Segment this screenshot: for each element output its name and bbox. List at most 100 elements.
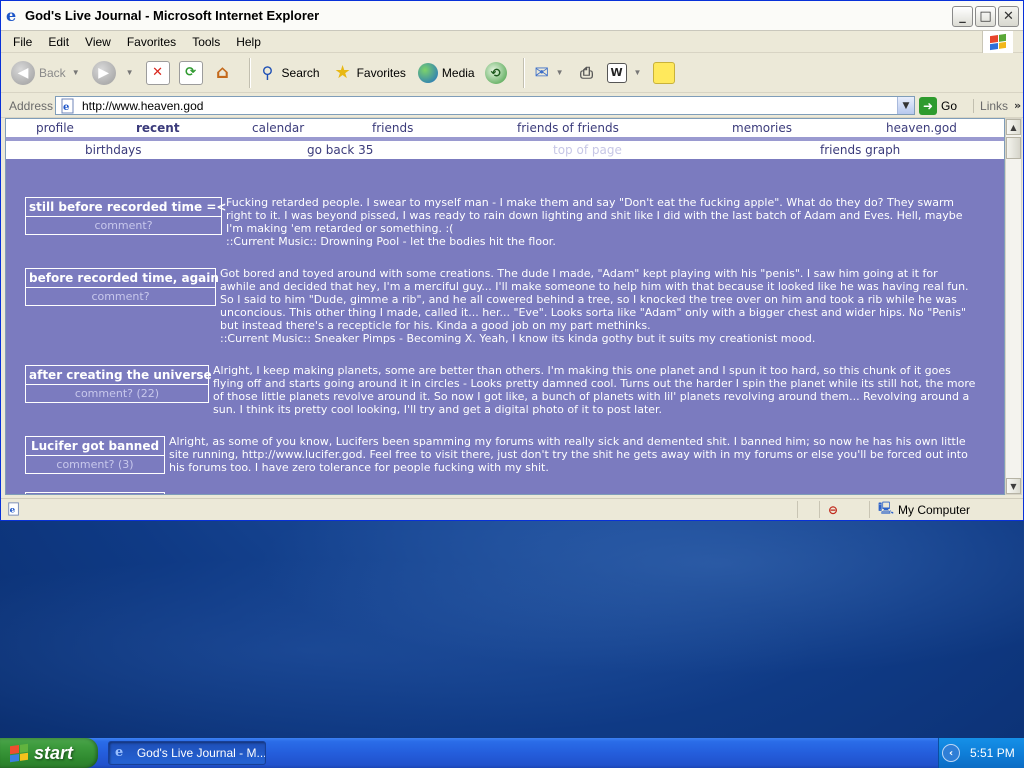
print-button[interactable]: ⎙: [576, 62, 601, 84]
nav-go-back-35[interactable]: go back 35: [307, 143, 373, 157]
maximize-button[interactable]: □: [975, 6, 996, 27]
media-label: Media: [441, 65, 475, 80]
nav-primary: profile recent calendar friends friends …: [6, 119, 1004, 141]
stop-button[interactable]: ✕: [145, 60, 173, 85]
address-url: http://www.heaven.god: [82, 98, 204, 113]
svg-text:e: e: [63, 102, 69, 113]
mail-button[interactable]: ✉ ▼: [531, 62, 570, 84]
entry-paragraph: Alright, I keep making planets, some are…: [213, 364, 976, 416]
page-content[interactable]: profile recent calendar friends friends …: [5, 118, 1005, 495]
page-status-icon: e: [8, 502, 19, 516]
svg-text:e: e: [10, 506, 16, 516]
system-tray: ‹ 5:51 PM: [938, 738, 1024, 768]
nav-profile[interactable]: profile: [36, 121, 74, 135]
mail-dropdown-icon[interactable]: ▼: [556, 68, 564, 77]
title-bar[interactable]: e God's Live Journal - Microsoft Interne…: [1, 1, 1023, 31]
links-toolbar[interactable]: Links: [973, 98, 1008, 113]
desktop-background: [0, 520, 1024, 738]
edit-button[interactable]: W ▼: [606, 62, 648, 83]
entry-title: after creating the universe: [26, 366, 212, 385]
entry-comment-link[interactable]: comment?: [26, 217, 221, 234]
address-dropdown-icon[interactable]: ▼: [897, 97, 914, 114]
notes-button[interactable]: [653, 61, 678, 84]
media-button[interactable]: Media: [417, 62, 475, 83]
standard-toolbar: ◀ Back ▼ ▶ ▼ ✕ ⟳ ⌂ ⚲ Search ★ Favorites …: [1, 53, 1023, 93]
entry-title: still before recorded time =<: [26, 198, 226, 217]
page-icon: e: [61, 98, 74, 113]
start-button[interactable]: start: [0, 738, 98, 768]
printer-icon: ⎙: [580, 62, 593, 82]
menu-file[interactable]: File: [1, 35, 40, 49]
entry-comment-link[interactable]: comment? (3): [26, 456, 164, 473]
menu-tools[interactable]: Tools: [184, 35, 228, 49]
search-button[interactable]: ⚲ Search: [257, 62, 320, 84]
entry-header-partial: [25, 492, 165, 494]
nav-calendar[interactable]: calendar: [252, 121, 304, 135]
scroll-down-icon[interactable]: ▼: [1006, 478, 1021, 494]
nav-birthdays[interactable]: birthdays: [85, 143, 142, 157]
go-label: Go: [941, 98, 958, 113]
nav-memories[interactable]: memories: [732, 121, 792, 135]
nav-heaven-god[interactable]: heaven.god: [886, 121, 957, 135]
menu-help[interactable]: Help: [228, 35, 269, 49]
entry-title: Lucifer got banned: [26, 437, 164, 456]
windows-flag-icon: [10, 743, 28, 763]
back-arrow-icon: ◀: [11, 60, 35, 85]
close-button[interactable]: ✕: [998, 6, 1019, 27]
entry-header: still before recorded time =< comment?: [25, 197, 226, 235]
taskbar-item-label: God's Live Journal - M...: [136, 746, 265, 760]
menu-edit[interactable]: Edit: [40, 35, 77, 49]
scroll-thumb[interactable]: [1006, 137, 1021, 159]
entry-title: before recorded time, again: [26, 269, 219, 288]
entries-list: still before recorded time =< comment? F…: [6, 159, 1004, 494]
taskbar-item-ie[interactable]: e God's Live Journal - M...: [108, 741, 266, 765]
star-icon: ★: [334, 62, 351, 83]
edit-dropdown-icon[interactable]: ▼: [634, 68, 642, 77]
go-button[interactable]: ➜ Go: [919, 96, 958, 115]
nav-friends-of-friends[interactable]: friends of friends: [517, 121, 619, 135]
back-button[interactable]: ◀ Back ▼: [11, 60, 86, 85]
entry-body: Fucking retarded people. I swear to myse…: [226, 196, 976, 248]
menu-view[interactable]: View: [77, 35, 119, 49]
chevron-right-icon[interactable]: »: [1014, 99, 1021, 112]
nav-top-of-page: top of page: [553, 143, 622, 157]
zone-label: My Computer: [898, 502, 971, 517]
history-button[interactable]: ⟲: [484, 61, 511, 84]
minimize-button[interactable]: _: [952, 6, 973, 27]
back-dropdown-icon[interactable]: ▼: [72, 68, 80, 77]
address-input[interactable]: e http://www.heaven.god ▼: [55, 96, 915, 115]
entry-comment-link[interactable]: comment?: [26, 288, 215, 305]
scroll-up-icon[interactable]: ▲: [1006, 119, 1021, 135]
menu-bar: File Edit View Favorites Tools Help: [1, 31, 1023, 53]
mail-icon: ✉: [534, 62, 549, 83]
favorites-button[interactable]: ★ Favorites: [332, 62, 406, 84]
favorites-label: Favorites: [356, 65, 406, 80]
forward-button[interactable]: ▶ ▼: [91, 60, 140, 85]
stop-icon: ✕: [145, 60, 170, 85]
search-label: Search: [281, 65, 320, 80]
refresh-icon: ⟳: [178, 60, 203, 85]
home-button[interactable]: ⌂: [212, 62, 237, 84]
entry-comment-link[interactable]: comment? (22): [26, 385, 208, 402]
nav-friends-graph[interactable]: friends graph: [820, 143, 900, 157]
ie-icon: e: [115, 745, 124, 760]
status-bar: e ⊖ 🖳 My Computer: [1, 498, 1023, 520]
vertical-scrollbar[interactable]: ▲ ▼: [1005, 118, 1022, 495]
nav-recent[interactable]: recent: [136, 121, 180, 135]
refresh-button[interactable]: ⟳: [178, 60, 206, 85]
nav-friends[interactable]: friends: [372, 121, 413, 135]
nav-secondary: birthdays go back 35 top of page friends…: [6, 141, 1004, 159]
chevron-left-icon[interactable]: ‹: [942, 744, 960, 762]
history-icon: ⟲: [484, 61, 507, 84]
forward-dropdown-icon[interactable]: ▼: [126, 68, 134, 77]
note-icon: [653, 61, 676, 84]
menu-favorites[interactable]: Favorites: [119, 35, 184, 49]
entry-header: Lucifer got banned comment? (3): [25, 436, 165, 474]
entry-header: after creating the universe comment? (22…: [25, 365, 212, 403]
privacy-blocked-icon: ⊖: [828, 502, 839, 517]
privacy-status[interactable]: ⊖: [819, 501, 870, 518]
word-icon: W: [606, 62, 627, 83]
browser-window: e God's Live Journal - Microsoft Interne…: [0, 0, 1024, 521]
clock[interactable]: 5:51 PM: [970, 746, 1015, 760]
windows-logo-icon: [982, 31, 1013, 53]
